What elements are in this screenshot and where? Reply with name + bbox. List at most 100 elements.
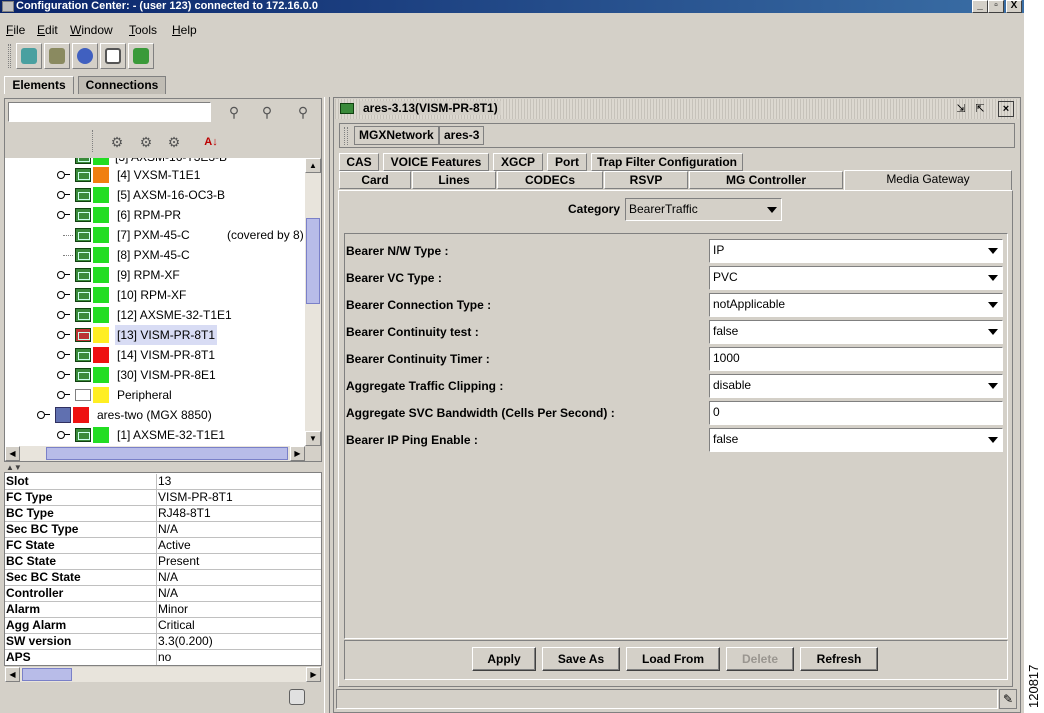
tree-row[interactable]: [1] AXSME-32-T1E1 [5, 425, 305, 445]
tree-row[interactable]: [30] VISM-PR-8E1 [5, 365, 305, 385]
export-button[interactable] [128, 43, 154, 69]
tree-row[interactable]: [6] RPM-PR [5, 205, 305, 225]
pencil-icon[interactable]: ✎ [999, 689, 1017, 709]
bearer-ip-ping-enable-select[interactable]: false [709, 428, 1003, 452]
category-select[interactable]: BearerTraffic [625, 198, 782, 221]
expand-toggle-icon[interactable] [57, 351, 70, 359]
tab-voice-features[interactable]: VOICE Features [383, 153, 489, 171]
scroll-thumb[interactable] [46, 447, 288, 460]
tab-mg-controller[interactable]: MG Controller [689, 171, 843, 189]
tree-row[interactable]: [10] RPM-XF [5, 285, 305, 305]
menu-window[interactable]: Window [70, 21, 113, 39]
menu-edit[interactable]: Edit [37, 21, 58, 39]
expand-toggle-icon[interactable] [57, 291, 70, 299]
splitter-arrows-icon[interactable]: ▲▼ [6, 463, 22, 472]
scroll-left-button[interactable]: ◀ [5, 446, 20, 461]
menu-help[interactable]: Help [172, 21, 197, 39]
expand-toggle-icon[interactable] [57, 211, 70, 219]
tree-row[interactable]: [9] RPM-XF [5, 265, 305, 285]
bearer-connection-type-select[interactable]: notApplicable [709, 293, 1003, 317]
tree-row[interactable]: [8] PXM-45-C [5, 245, 305, 265]
tree-row[interactable]: [12] AXSME-32-T1E1 [5, 305, 305, 325]
aggregate-traffic-clipping-select[interactable]: disable [709, 374, 1003, 398]
tab-cas[interactable]: CAS [339, 153, 379, 171]
expand-toggle-icon[interactable] [57, 371, 70, 379]
discovery-button[interactable] [44, 43, 70, 69]
filter-icon[interactable]: ⚙ [165, 134, 183, 150]
status-box [93, 427, 109, 443]
tab-rsvp[interactable]: RSVP [604, 171, 688, 189]
refresh-button[interactable]: Refresh [800, 647, 878, 671]
tab-lines[interactable]: Lines [412, 171, 496, 189]
network-view-button[interactable] [16, 43, 42, 69]
bearer-continuity-timer-input[interactable]: 1000 [709, 347, 1003, 371]
expand-icon[interactable]: ⚙ [108, 134, 126, 150]
property-name: Slot [6, 474, 29, 488]
expand-toggle-icon[interactable] [57, 331, 70, 339]
tab-elements[interactable]: Elements [4, 76, 74, 94]
tab-port[interactable]: Port [547, 153, 587, 171]
expand-toggle-icon[interactable] [57, 191, 70, 199]
expand-toggle-icon[interactable] [57, 271, 70, 279]
tree-row[interactable]: Peripheral [5, 385, 305, 405]
tree-row[interactable]: ares-two (MGX 8850) [5, 405, 305, 425]
bearer-vc-type-select[interactable]: PVC [709, 266, 1003, 290]
card-icon [340, 103, 354, 114]
expand-toggle-icon[interactable] [57, 311, 70, 319]
scroll-left-button[interactable]: ◀ [5, 667, 20, 682]
tab-xgcp[interactable]: XGCP [493, 153, 543, 171]
bearer-nw-type-select[interactable]: IP [709, 239, 1003, 263]
sort-az-icon[interactable]: A↓ [202, 134, 220, 150]
pane-splitter[interactable] [324, 97, 330, 713]
apply-button[interactable]: Apply [472, 647, 536, 671]
field-label: Aggregate Traffic Clipping : [346, 379, 504, 393]
load-from-button[interactable]: Load From [626, 647, 720, 671]
expand-toggle-icon[interactable] [57, 171, 70, 179]
expand-toggle-icon[interactable] [37, 411, 50, 419]
tree-row-selected[interactable]: [13] VISM-PR-8T1 [5, 325, 305, 345]
menu-tools[interactable]: Tools [129, 21, 157, 39]
minimize-button[interactable]: _ [972, 0, 988, 13]
tab-connections[interactable]: Connections [78, 76, 166, 94]
tab-media-gateway[interactable]: Media Gateway [844, 170, 1012, 191]
tree-row[interactable]: [5] AXSM-16-OC3-B [5, 185, 305, 205]
tab-trap-filter-configuration[interactable]: Trap Filter Configuration [591, 153, 743, 171]
aggregate-svc-bandwidth-input[interactable]: 0 [709, 401, 1003, 425]
find-prev-icon[interactable]: ⚲ [294, 104, 312, 120]
table-row: FC State Active [5, 538, 321, 554]
tab-codecs[interactable]: CODECs [497, 171, 603, 189]
chevron-down-icon [988, 248, 998, 254]
scroll-thumb[interactable] [306, 218, 320, 304]
security-button[interactable] [72, 43, 98, 69]
bearer-continuity-test-select[interactable]: false [709, 320, 1003, 344]
detach-icon[interactable]: ⇱ [973, 102, 987, 116]
windows-icon [105, 48, 121, 64]
find-next-icon[interactable]: ⚲ [258, 104, 276, 120]
collapse-icon[interactable]: ⚙ [137, 134, 155, 150]
expand-toggle-icon[interactable] [57, 431, 70, 439]
binoculars-icon[interactable]: ⚲ [225, 104, 243, 120]
iconify-icon[interactable]: ⇲ [954, 102, 968, 116]
maximize-button[interactable]: ▫ [988, 0, 1004, 13]
search-input[interactable] [8, 102, 211, 122]
scroll-right-button[interactable]: ▶ [306, 667, 321, 682]
scroll-down-button[interactable]: ▼ [305, 431, 321, 446]
print-icon[interactable] [289, 689, 305, 705]
scroll-thumb[interactable] [22, 668, 72, 681]
breadcrumb-item[interactable]: MGXNetwork [354, 126, 439, 145]
tree-row-label: [13] VISM-PR-8T1 [115, 325, 218, 345]
scroll-up-button[interactable]: ▲ [305, 158, 321, 173]
close-frame-icon[interactable]: × [998, 101, 1014, 117]
tree-row[interactable]: [4] VXSM-T1E1 [5, 165, 305, 185]
save-as-button[interactable]: Save As [542, 647, 620, 671]
tab-card[interactable]: Card [339, 171, 411, 189]
menu-file[interactable]: File [6, 21, 25, 39]
tree-row[interactable]: [7] PXM-45-C (covered by 8) [5, 225, 305, 245]
card-icon [75, 228, 91, 242]
expand-toggle-icon[interactable] [57, 391, 70, 399]
close-button[interactable]: X [1006, 0, 1022, 13]
breadcrumb-item[interactable]: ares-3 [439, 126, 485, 145]
tree-row[interactable]: [14] VISM-PR-8T1 [5, 345, 305, 365]
scroll-right-button[interactable]: ▶ [290, 446, 305, 461]
windows-button[interactable] [100, 43, 126, 69]
